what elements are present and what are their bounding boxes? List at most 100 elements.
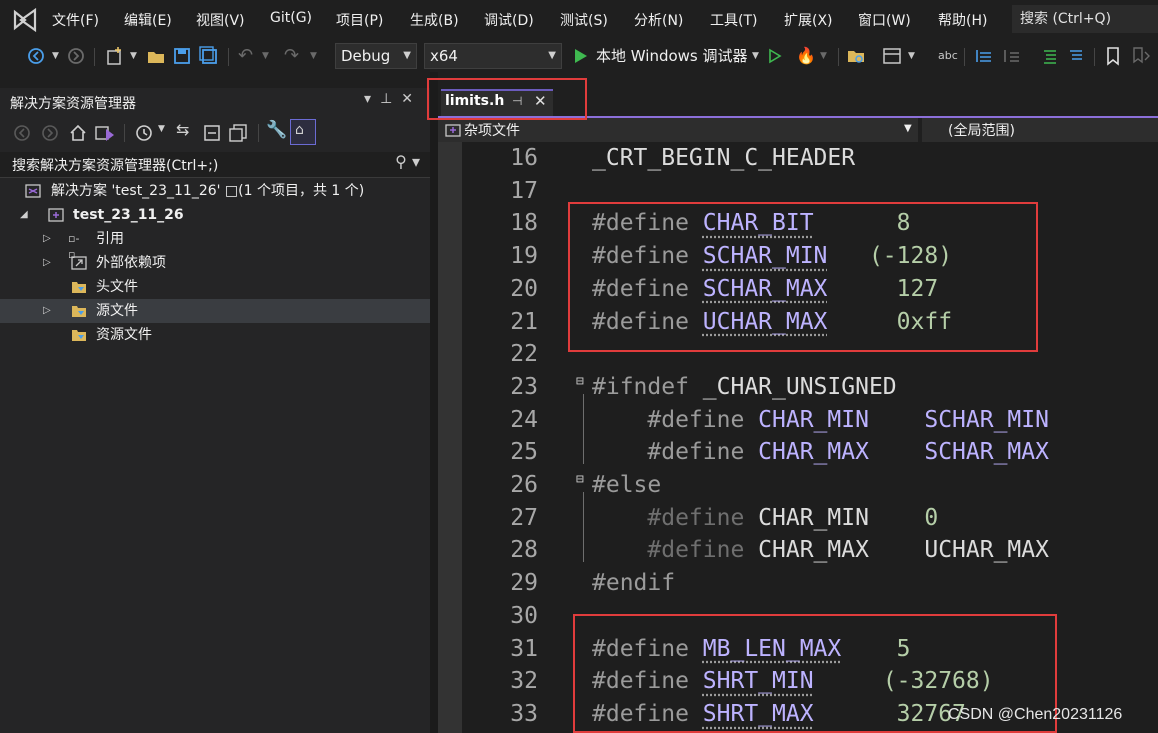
platform-select[interactable]: x64 ▼ <box>424 43 562 69</box>
pending-changes-icon[interactable] <box>134 123 154 143</box>
menu-analyze[interactable]: 分析(N) <box>634 10 683 30</box>
code-line[interactable]: 16 _CRT_BEGIN_C_HEADER <box>438 142 1158 175</box>
search-icon[interactable]: ⚲ ▾ <box>395 152 420 171</box>
start-debugging-button[interactable]: 本地 Windows 调试器 <box>596 45 748 67</box>
code-line[interactable]: 29 #endif <box>438 567 1158 600</box>
find-in-files-icon[interactable] <box>846 45 866 67</box>
filter-folder-icon <box>72 306 86 317</box>
main-toolbar: ▼ ▼ ↶ ▼ ↷ ▼ Debug ▼ x64 ▼ 本地 Windows 调试器… <box>0 40 1158 72</box>
project-dropdown[interactable]: 杂项文件 ▼ <box>438 118 918 142</box>
collapsed-arrow-icon[interactable]: ▷ <box>43 299 51 323</box>
tree-item-label: 解决方案 'test_23_11_26' □(1 个项目，共 1 个) <box>51 183 365 199</box>
global-search-input[interactable]: 搜索 (Ctrl+Q) <box>1012 5 1158 33</box>
tree-item-resource-files[interactable]: 资源文件 <box>0 323 430 347</box>
outdent-icon[interactable] <box>974 45 994 67</box>
bookmark-icon[interactable] <box>1104 45 1122 67</box>
chevron-down-icon: ▼ <box>403 50 411 61</box>
tree-item-header-files[interactable]: 头文件 <box>0 275 430 299</box>
back-icon[interactable] <box>12 123 32 143</box>
forward-icon[interactable] <box>40 123 60 143</box>
pin-icon[interactable]: ⊥ <box>380 91 401 107</box>
spell-check-icon[interactable]: abc <box>938 45 958 67</box>
indent-icon[interactable] <box>1002 45 1022 67</box>
tree-item-project[interactable]: ◢ test_23_11_26 <box>0 203 430 227</box>
menu-debug[interactable]: 调试(D) <box>484 10 534 30</box>
code-line[interactable]: 27 #define CHAR_MIN 0 <box>438 502 1158 535</box>
menu-build[interactable]: 生成(B) <box>410 10 459 30</box>
start-without-debugging-icon[interactable] <box>766 45 784 67</box>
panel-splitter[interactable] <box>430 72 438 733</box>
code-line[interactable]: 28 #define CHAR_MAX UCHAR_MAX <box>438 534 1158 567</box>
home-icon[interactable] <box>68 123 88 143</box>
menu-edit[interactable]: 编辑(E) <box>124 10 172 30</box>
toolbar-separator <box>964 48 965 66</box>
code-line[interactable]: 25 #define CHAR_MAX SCHAR_MAX <box>438 436 1158 469</box>
save-icon[interactable] <box>172 45 192 67</box>
switch-views-icon[interactable] <box>94 123 116 143</box>
chevron-down-icon: ▼ <box>904 123 912 134</box>
configuration-value: Debug <box>341 47 391 65</box>
comment-icon[interactable] <box>1040 45 1060 67</box>
collapsed-arrow-icon[interactable]: ▷ <box>43 251 51 275</box>
code-line[interactable]: 23 #ifndef _CHAR_UNSIGNED <box>438 371 1158 404</box>
collapsed-arrow-icon[interactable]: ▷ <box>43 227 51 251</box>
tree-item-solution[interactable]: 解决方案 'test_23_11_26' □(1 个项目，共 1 个) <box>0 179 430 203</box>
bookmark-next-icon[interactable] <box>1130 45 1152 67</box>
uncomment-icon[interactable] <box>1066 45 1086 67</box>
code-token: SCHAR_MAX <box>924 439 1049 466</box>
line-number: 26 <box>510 472 538 498</box>
menu-file[interactable]: 文件(F) <box>52 10 99 30</box>
menu-view[interactable]: 视图(V) <box>196 10 245 30</box>
tree-item-references[interactable]: ▷ ▫-▫ 引用 <box>0 227 430 261</box>
tree-item-label: 资源文件 <box>96 327 152 343</box>
undo-icon[interactable]: ↶ <box>238 45 253 67</box>
show-all-files-icon[interactable] <box>228 123 250 143</box>
menu-help[interactable]: 帮助(H) <box>938 10 987 30</box>
hot-reload-dropdown-icon[interactable]: ▼ <box>820 45 827 67</box>
scope-dropdown[interactable]: (全局范围) <box>922 118 1158 142</box>
menu-window[interactable]: 窗口(W) <box>858 10 911 30</box>
menu-project[interactable]: 项目(P) <box>336 10 383 30</box>
layout-icon[interactable] <box>882 45 902 67</box>
open-folder-icon[interactable] <box>146 45 166 67</box>
hot-reload-icon[interactable]: 🔥 <box>796 45 816 67</box>
expanded-arrow-icon[interactable]: ◢ <box>20 203 28 227</box>
preview-selected-button[interactable]: ⌂ <box>290 119 316 145</box>
code-token: CHAR_MIN <box>758 406 869 433</box>
back-dropdown-icon[interactable]: ▼ <box>52 45 59 67</box>
line-number: 27 <box>510 504 538 531</box>
menu-git[interactable]: Git(G) <box>270 10 312 26</box>
menu-tools[interactable]: 工具(T) <box>710 10 757 30</box>
tree-item-external-deps[interactable]: ▷ 外部依赖项 <box>0 251 430 275</box>
back-icon[interactable] <box>26 45 46 67</box>
new-project-icon[interactable] <box>104 45 126 67</box>
menu-extensions[interactable]: 扩展(X) <box>784 10 833 30</box>
tree-item-source-files[interactable]: ▷ 源文件 <box>0 299 430 323</box>
redo-icon[interactable]: ↷ <box>284 45 299 67</box>
panel-menu-icon[interactable]: ▾ <box>364 91 380 107</box>
pending-dropdown-icon[interactable]: ▼ <box>158 124 165 134</box>
properties-wrench-icon[interactable]: 🔧 <box>266 120 287 140</box>
close-icon[interactable]: ✕ <box>401 91 422 107</box>
run-dropdown-icon[interactable]: ▼ <box>752 45 759 67</box>
redo-dropdown-icon[interactable]: ▼ <box>310 45 317 67</box>
save-all-icon[interactable] <box>198 45 220 67</box>
watermark-text: CSDN @Chen20231126 <box>948 706 1123 723</box>
menu-test[interactable]: 测试(S) <box>560 10 608 30</box>
undo-dropdown-icon[interactable]: ▼ <box>262 45 269 67</box>
layout-dropdown-icon[interactable]: ▼ <box>908 45 915 67</box>
collapse-region-icon[interactable]: ⊟ <box>576 472 584 487</box>
start-debugging-icon[interactable] <box>572 45 590 67</box>
configuration-select[interactable]: Debug ▼ <box>335 43 417 69</box>
code-line[interactable]: 24 #define CHAR_MIN SCHAR_MIN <box>438 404 1158 437</box>
collapse-region-icon[interactable]: ⊟ <box>576 374 584 389</box>
code-text: #endif <box>592 567 675 600</box>
collapse-all-icon[interactable] <box>202 123 222 143</box>
code-line[interactable]: 26 #else <box>438 469 1158 502</box>
sync-icon[interactable]: ⇆ <box>176 120 189 139</box>
new-dropdown-icon[interactable]: ▼ <box>130 45 137 67</box>
forward-icon[interactable] <box>66 45 86 67</box>
solution-search-box[interactable]: 搜索解决方案资源管理器(Ctrl+;) ⚲ ▾ <box>0 152 430 178</box>
